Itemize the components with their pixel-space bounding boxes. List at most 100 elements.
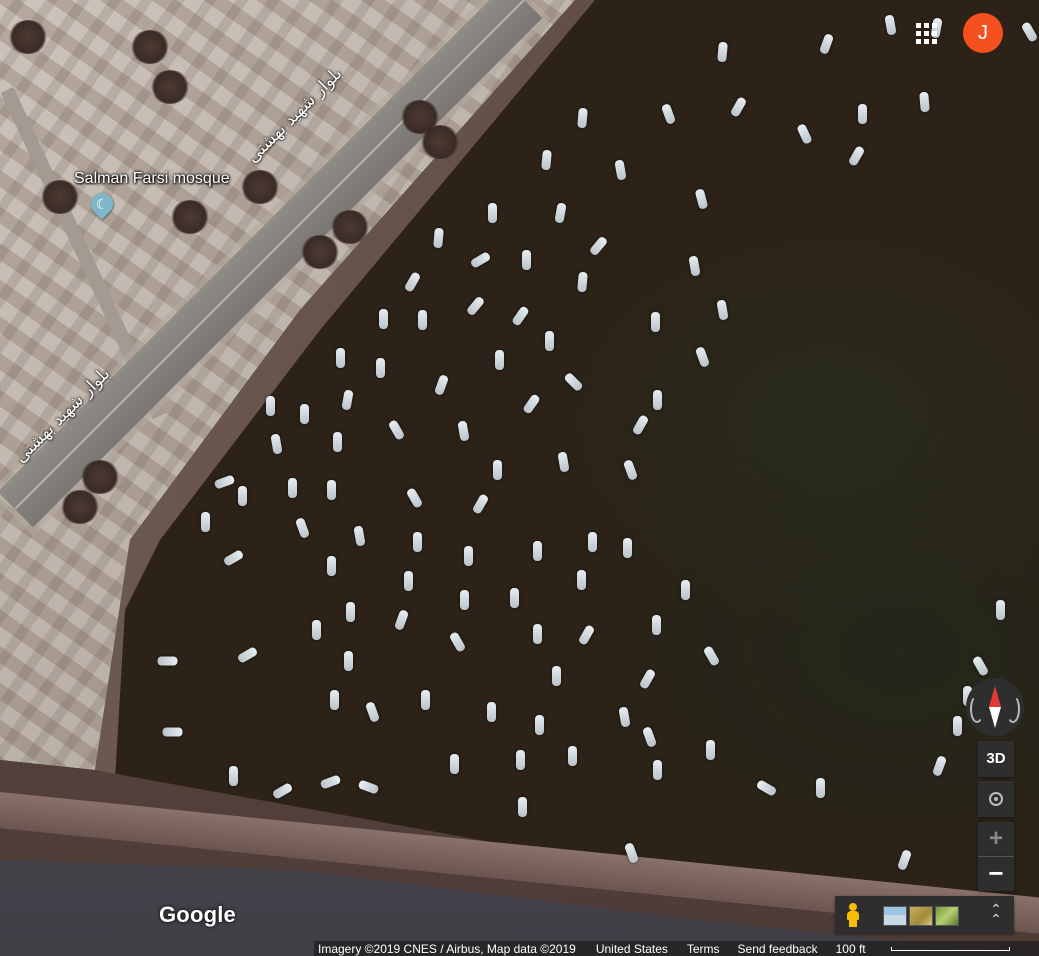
boat bbox=[344, 651, 353, 671]
boat bbox=[495, 350, 504, 370]
boat bbox=[288, 478, 297, 498]
boat bbox=[614, 159, 627, 181]
boat bbox=[953, 716, 962, 736]
tree bbox=[60, 490, 100, 524]
rotate-left-icon[interactable] bbox=[970, 695, 984, 723]
boat bbox=[694, 346, 711, 368]
boat bbox=[522, 250, 531, 270]
compass-south-icon bbox=[989, 707, 1001, 728]
tree bbox=[150, 70, 190, 104]
boat bbox=[493, 460, 502, 480]
boat bbox=[577, 624, 596, 646]
boat bbox=[201, 512, 210, 532]
country-link[interactable]: United States bbox=[596, 942, 668, 956]
boat bbox=[688, 255, 701, 277]
boat bbox=[577, 271, 588, 293]
boat bbox=[568, 746, 577, 766]
compass-button[interactable] bbox=[966, 678, 1024, 736]
boat bbox=[460, 590, 469, 610]
boat bbox=[421, 690, 430, 710]
boat bbox=[858, 104, 867, 124]
send-feedback-link[interactable]: Send feedback bbox=[738, 942, 818, 956]
tilt-3d-button[interactable]: 3D bbox=[978, 741, 1014, 777]
poi-label[interactable]: Salman Farsi mosque bbox=[74, 170, 230, 188]
boat bbox=[238, 486, 247, 506]
boat bbox=[577, 107, 588, 129]
boat bbox=[641, 726, 658, 748]
boat bbox=[706, 740, 715, 760]
compass-north-icon bbox=[989, 686, 1001, 707]
boat bbox=[884, 14, 897, 36]
boat bbox=[931, 755, 948, 777]
boat bbox=[357, 779, 380, 795]
boat bbox=[330, 690, 339, 710]
boat bbox=[518, 797, 527, 817]
boat bbox=[341, 389, 354, 411]
layer-thumb-traffic[interactable] bbox=[883, 906, 907, 926]
rotate-right-icon[interactable] bbox=[1006, 695, 1020, 723]
boat bbox=[545, 331, 554, 351]
boat bbox=[996, 600, 1005, 620]
boat bbox=[623, 538, 632, 558]
boat bbox=[336, 348, 345, 368]
boat bbox=[652, 615, 661, 635]
boat bbox=[631, 414, 650, 436]
boat bbox=[563, 371, 584, 393]
mosque-pin-icon[interactable]: ☾ bbox=[86, 188, 118, 220]
scale-label[interactable]: 100 ft bbox=[836, 942, 866, 956]
boat bbox=[433, 374, 450, 396]
zoom-out-button[interactable]: − bbox=[978, 856, 1014, 891]
boat bbox=[450, 754, 459, 774]
boat bbox=[266, 396, 275, 416]
boat bbox=[511, 305, 530, 327]
boat bbox=[405, 487, 424, 509]
boat bbox=[465, 295, 486, 317]
terms-link[interactable]: Terms bbox=[687, 942, 720, 956]
zoom-in-button[interactable]: + bbox=[978, 822, 1014, 856]
expand-chevron-icon[interactable]: ⌃ ⌃ bbox=[987, 902, 1005, 926]
my-location-button[interactable] bbox=[978, 781, 1014, 817]
boat bbox=[413, 532, 422, 552]
boat bbox=[653, 390, 662, 410]
street-view-pegman-icon[interactable] bbox=[845, 903, 861, 927]
tree bbox=[130, 30, 170, 64]
boat bbox=[577, 570, 586, 590]
boat bbox=[393, 609, 410, 631]
boat bbox=[404, 571, 413, 591]
tree bbox=[80, 460, 120, 494]
apps-grid-icon[interactable] bbox=[913, 20, 939, 46]
boat bbox=[681, 580, 690, 600]
boat bbox=[387, 419, 406, 441]
layer-thumb-terrain[interactable] bbox=[909, 906, 933, 926]
satellite-map[interactable]: بلوار شهید بهشتی بلوار شهید بهشتی Salman… bbox=[0, 0, 1039, 956]
boat bbox=[488, 203, 497, 223]
boat bbox=[660, 103, 677, 125]
boat bbox=[816, 778, 825, 798]
boat bbox=[271, 782, 294, 800]
scale-bar[interactable] bbox=[891, 947, 1010, 951]
boat bbox=[755, 779, 778, 797]
boat bbox=[353, 525, 366, 547]
boat bbox=[588, 532, 597, 552]
account-avatar[interactable]: J bbox=[963, 13, 1003, 53]
boat bbox=[333, 432, 342, 452]
location-target-icon bbox=[989, 792, 1003, 806]
boat bbox=[847, 145, 866, 167]
boat bbox=[300, 404, 309, 424]
boat bbox=[464, 546, 473, 566]
tree bbox=[170, 200, 210, 234]
boat bbox=[818, 33, 835, 55]
tree bbox=[420, 125, 460, 159]
layers-bar: ⌃ ⌃ bbox=[835, 896, 1014, 934]
boat bbox=[796, 123, 813, 145]
layer-thumb-satellite[interactable] bbox=[935, 906, 959, 926]
boat bbox=[653, 760, 662, 780]
boat bbox=[312, 620, 321, 640]
boat bbox=[157, 656, 178, 666]
boat bbox=[533, 541, 542, 561]
boat bbox=[535, 715, 544, 735]
boat bbox=[557, 451, 570, 473]
boat bbox=[618, 706, 631, 728]
boat bbox=[162, 727, 183, 737]
boat bbox=[522, 393, 541, 415]
